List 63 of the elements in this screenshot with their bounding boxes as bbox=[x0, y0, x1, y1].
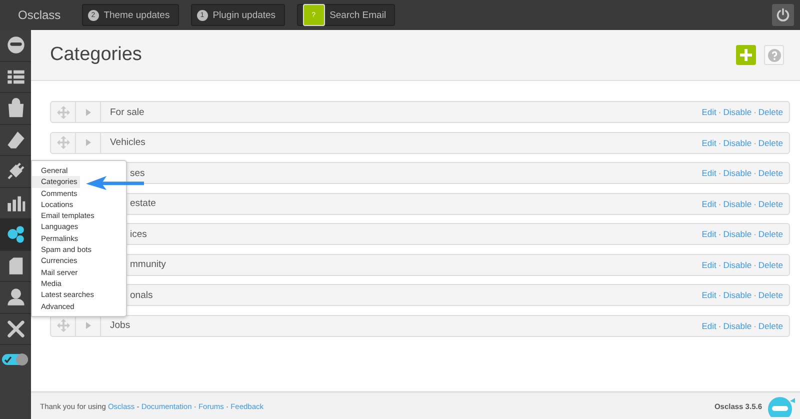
action-link[interactable]: Disable bbox=[723, 320, 752, 330]
action-link[interactable]: Edit bbox=[702, 320, 716, 330]
action-link[interactable]: Disable bbox=[723, 168, 752, 178]
action-link[interactable]: Disable bbox=[723, 260, 752, 270]
dashboard-icon bbox=[6, 35, 26, 56]
separator: · bbox=[754, 107, 756, 117]
separator: · bbox=[718, 320, 722, 330]
category-name: onals bbox=[129, 290, 154, 300]
action-link[interactable]: Edit bbox=[702, 168, 716, 178]
bag-icon bbox=[6, 98, 26, 118]
separator: · bbox=[718, 138, 722, 148]
separator: · bbox=[718, 168, 722, 178]
action-link[interactable]: Edit bbox=[702, 229, 716, 239]
separator: · bbox=[718, 107, 722, 117]
user-icon bbox=[6, 287, 26, 308]
action-link[interactable]: Disable bbox=[723, 229, 752, 239]
logo-icon bbox=[766, 395, 796, 417]
action-link[interactable]: Delete bbox=[758, 260, 783, 270]
separator: · bbox=[754, 260, 756, 270]
action-link[interactable]: Delete bbox=[758, 168, 783, 178]
separator: · bbox=[718, 260, 722, 270]
action-link[interactable]: Delete bbox=[758, 229, 783, 239]
category-name: Vehicles bbox=[109, 137, 146, 148]
category-name: For sale bbox=[109, 106, 146, 118]
settings-icon bbox=[6, 224, 26, 244]
action-link[interactable]: Delete bbox=[758, 198, 783, 208]
category-name: mmunity bbox=[129, 259, 167, 270]
action-link[interactable]: Disable bbox=[723, 107, 752, 117]
eraser-icon bbox=[6, 130, 26, 150]
separator: · bbox=[754, 229, 756, 239]
separator: · bbox=[754, 138, 756, 148]
brand-name[interactable]: Osclass bbox=[18, 8, 61, 22]
action-link[interactable]: Delete bbox=[758, 138, 783, 148]
separator: · bbox=[718, 229, 722, 239]
category-name: ses bbox=[129, 168, 146, 178]
category-name: ices bbox=[129, 228, 148, 240]
action-link[interactable]: Edit bbox=[702, 290, 716, 300]
tools-icon bbox=[6, 318, 26, 339]
action-link[interactable]: Delete bbox=[758, 320, 783, 330]
power-icon bbox=[776, 8, 790, 22]
separator: · bbox=[754, 168, 756, 178]
action-link[interactable]: Edit bbox=[702, 107, 716, 117]
separator: · bbox=[754, 320, 756, 330]
action-link[interactable]: Edit bbox=[702, 198, 716, 208]
plugin-icon bbox=[6, 161, 26, 182]
toggle-switch[interactable] bbox=[2, 353, 29, 366]
pointer-arrow bbox=[86, 176, 144, 190]
category-name: estate bbox=[129, 198, 157, 209]
action-link[interactable]: Disable bbox=[723, 198, 752, 208]
category-name: Jobs bbox=[109, 320, 132, 331]
action-link[interactable]: Disable bbox=[723, 138, 752, 148]
action-link[interactable]: Delete bbox=[758, 107, 783, 117]
separator: · bbox=[718, 198, 722, 208]
action-link[interactable]: Edit bbox=[702, 138, 716, 148]
separator: · bbox=[718, 290, 722, 300]
action-link[interactable]: Delete bbox=[758, 290, 783, 300]
sidebar-item[interactable] bbox=[0, 219, 31, 250]
separator: · bbox=[754, 198, 756, 208]
power-button[interactable] bbox=[772, 4, 794, 26]
action-link[interactable]: Disable bbox=[723, 290, 752, 300]
separator: · bbox=[754, 290, 756, 300]
action-link[interactable]: Edit bbox=[702, 260, 716, 270]
page-title: Categories bbox=[50, 44, 143, 66]
